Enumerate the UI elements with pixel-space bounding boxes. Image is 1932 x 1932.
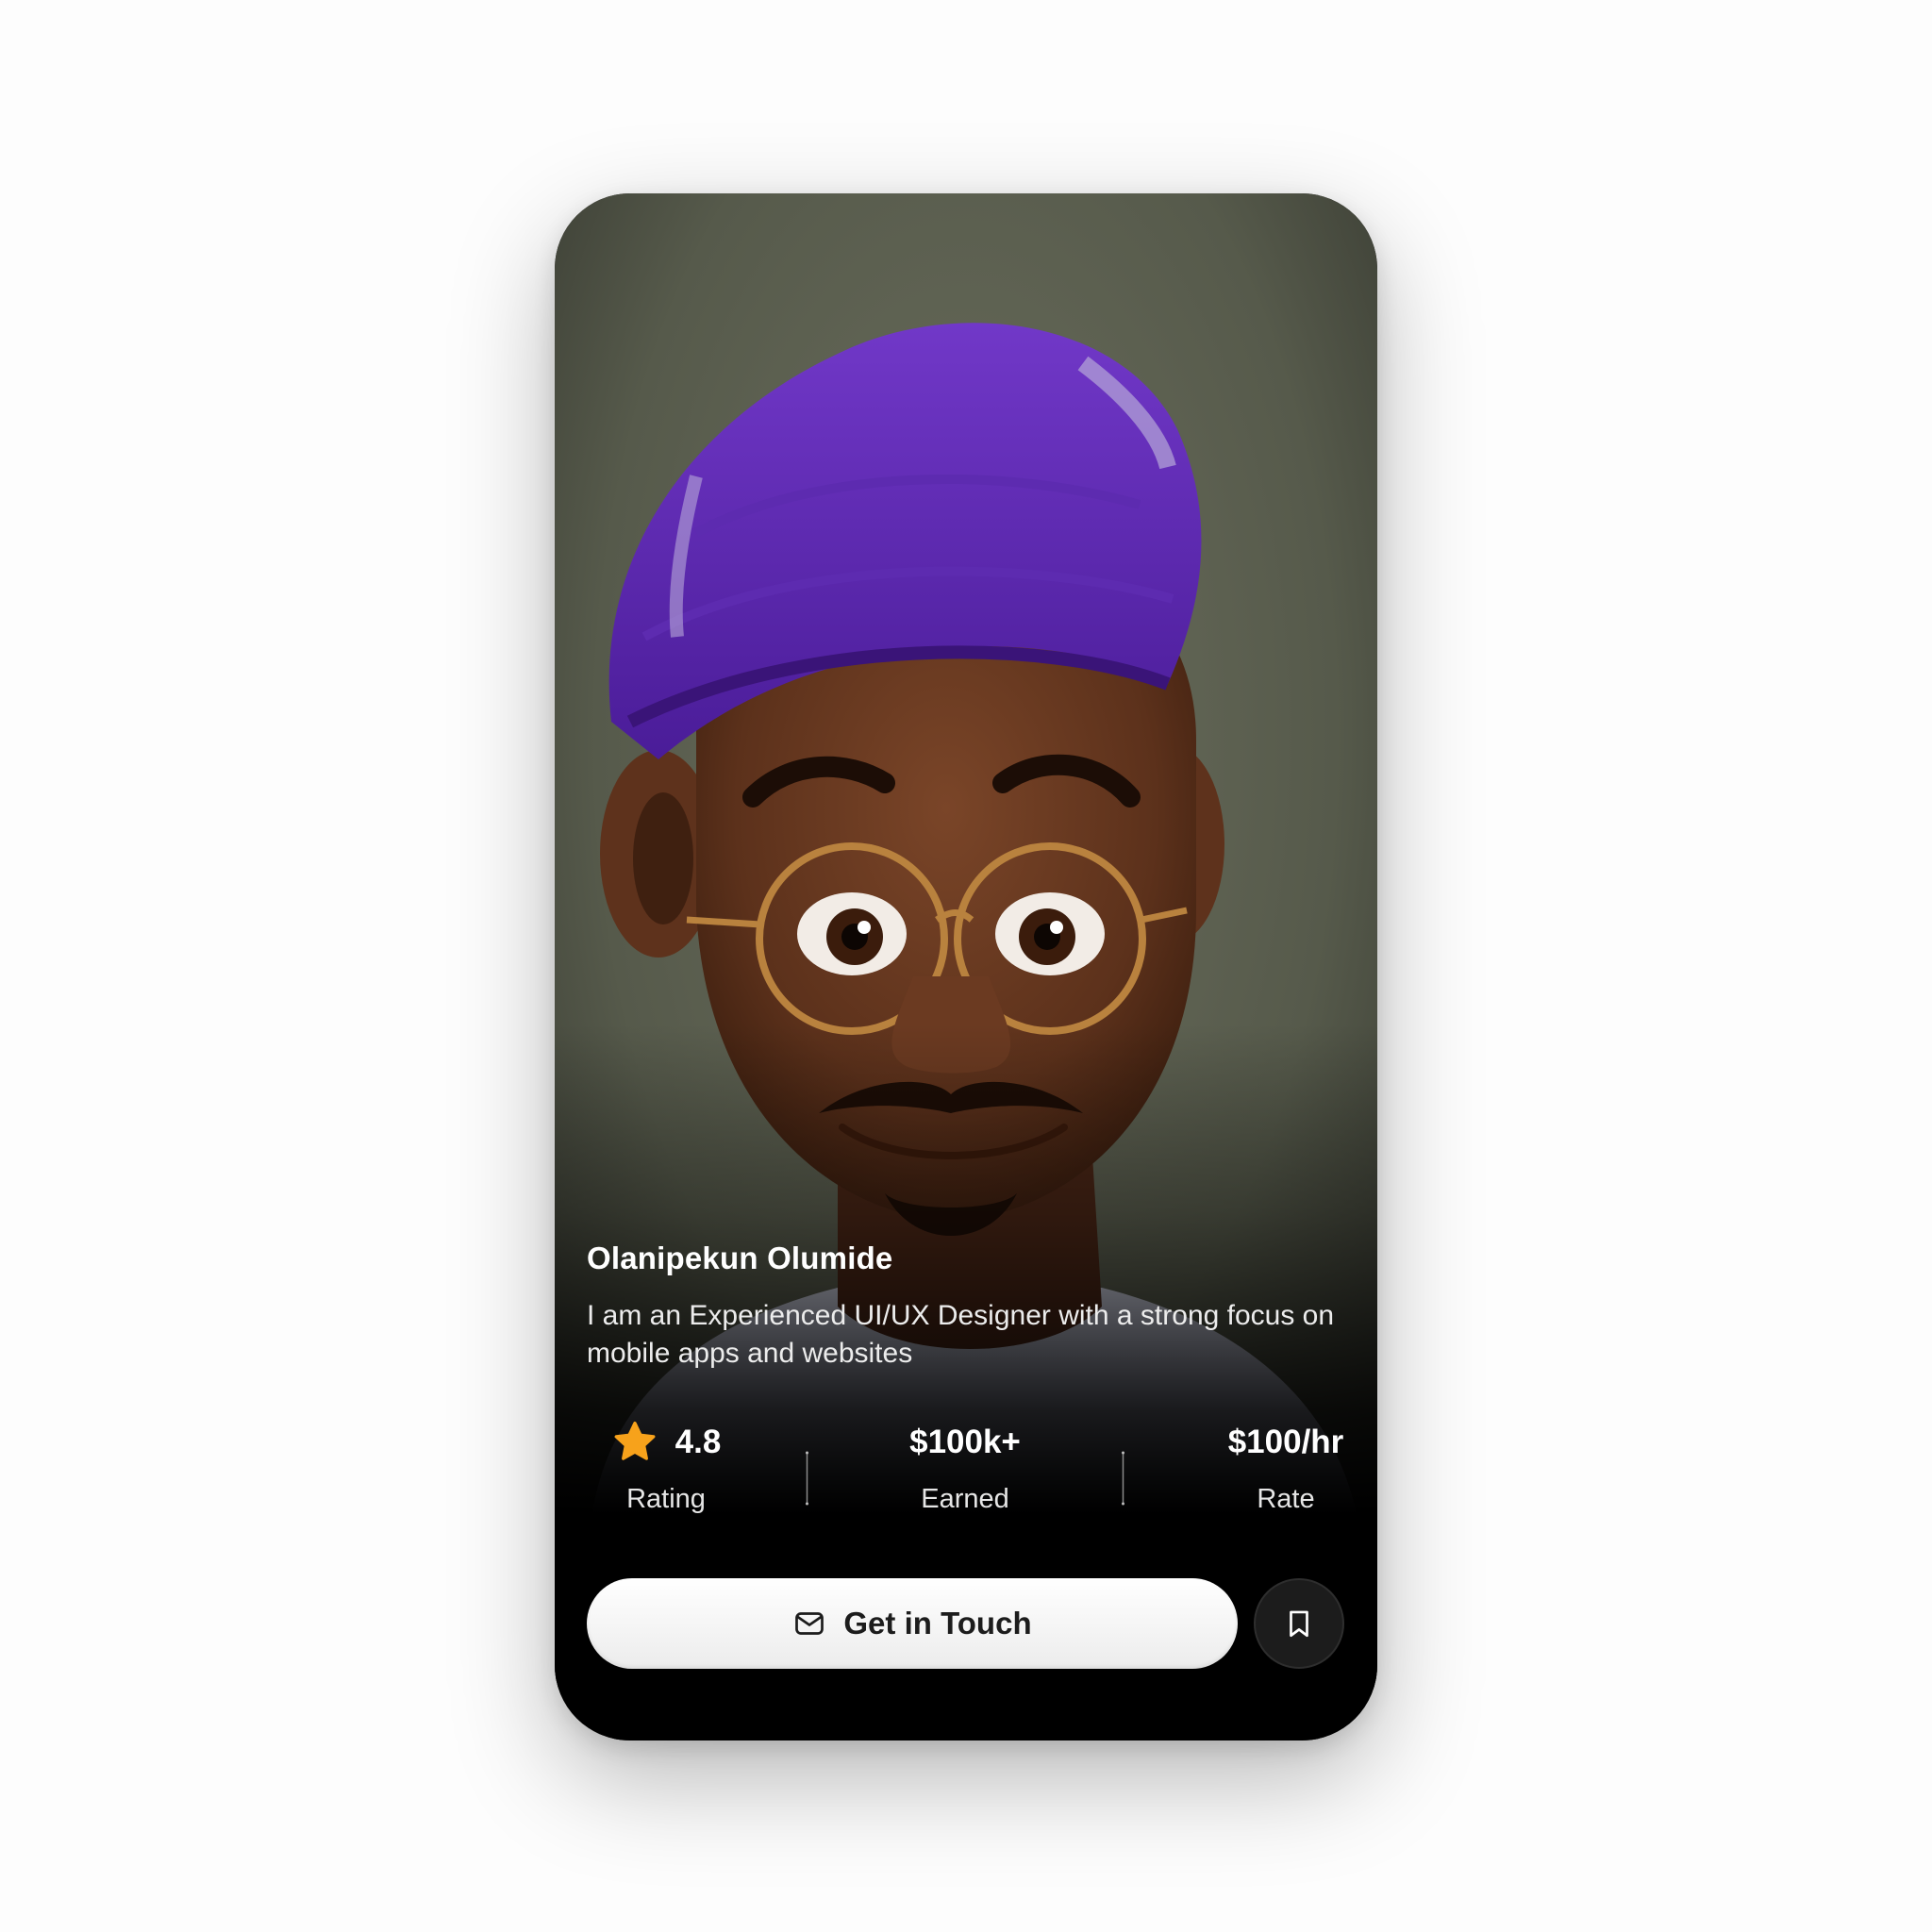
mail-icon <box>792 1607 826 1641</box>
rating-value-row: 4.8 <box>591 1420 741 1465</box>
profile-name: Olanipekun Olumide <box>587 1241 893 1275</box>
get-in-touch-button[interactable]: Get in Touch <box>587 1578 1238 1669</box>
profile-bio: I am an Experienced UI/UX Designer with … <box>587 1300 1335 1369</box>
rating-label: Rating <box>626 1484 706 1514</box>
bookmark-button[interactable] <box>1254 1578 1344 1669</box>
stat-divider <box>806 1451 808 1506</box>
earned-label: Earned <box>921 1484 1009 1514</box>
stat-rate: $100/hr Rate <box>1206 1420 1366 1515</box>
rate-value: $100/hr <box>1227 1424 1344 1460</box>
star-icon <box>611 1419 658 1466</box>
stat-rating: 4.8 Rating <box>591 1420 741 1515</box>
profile-card: Olanipekun Olumide I am an Experienced U… <box>555 193 1377 1740</box>
bookmark-icon <box>1283 1607 1315 1640</box>
rating-value: 4.8 <box>675 1424 722 1460</box>
stat-divider <box>1122 1451 1124 1506</box>
stats-row: 4.8 Rating $100k+ Earned $100/hr Rate <box>555 1420 1377 1542</box>
rate-label: Rate <box>1257 1484 1315 1514</box>
earned-value: $100k+ <box>909 1424 1021 1460</box>
stat-earned: $100k+ Earned <box>866 1420 1064 1515</box>
get-in-touch-label: Get in Touch <box>843 1606 1032 1641</box>
